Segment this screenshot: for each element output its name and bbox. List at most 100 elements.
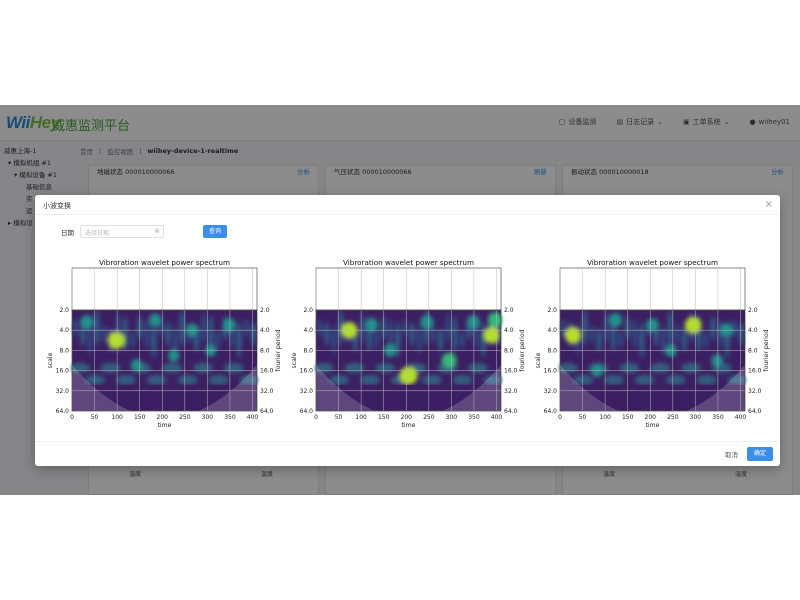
date-picker[interactable]: 选择日期 ⊗ <box>80 225 164 238</box>
heatmap-cell <box>177 375 198 385</box>
y2-tick-label: 2.0 <box>260 307 270 314</box>
y2-tick-label: 16.0 <box>748 368 762 375</box>
heatmap-peak <box>131 359 143 372</box>
y2-axis-label: fourier period <box>519 329 526 371</box>
x-tick-label: 200 <box>157 414 169 421</box>
heatmap-cell <box>179 310 185 346</box>
clear-icon[interactable]: ⊗ <box>154 227 160 235</box>
heatmap-cell <box>632 319 638 349</box>
x-tick-label: 0 <box>558 414 562 421</box>
x-tick-label: 200 <box>645 414 657 421</box>
y-tick-label: 16.0 <box>56 368 70 375</box>
heatmap-peak <box>399 366 418 385</box>
x-tick-label: 50 <box>579 414 587 421</box>
y2-axis-label: fourier period <box>275 329 282 371</box>
y-tick-label: 2.0 <box>303 307 313 314</box>
x-tick-label: 150 <box>622 414 634 421</box>
x-tick-label: 350 <box>468 414 480 421</box>
x-tick-label: 100 <box>111 414 123 421</box>
heatmap-cell <box>430 325 436 343</box>
query-button[interactable]: 查询 <box>203 225 227 238</box>
heatmap-cell <box>115 375 136 385</box>
heatmap-cell <box>738 322 744 346</box>
heatmap-cell <box>208 375 229 385</box>
y-tick-label: 16.0 <box>544 368 558 375</box>
x-tick-label: 50 <box>91 414 99 421</box>
y-tick-label: 64.0 <box>300 408 314 415</box>
heatmap-peak <box>420 315 434 330</box>
y2-axis-label: fourier period <box>763 329 770 371</box>
y2-tick-label: 32.0 <box>748 388 762 395</box>
y2-tick-label: 4.0 <box>748 327 758 334</box>
heatmap-cell <box>344 363 365 373</box>
heatmap-cell <box>421 375 442 385</box>
date-form: 日期 选择日期 ⊗ <box>61 225 164 238</box>
heatmap-cell <box>395 322 401 358</box>
y2-tick-label: 32.0 <box>504 388 518 395</box>
heatmap-cell <box>674 325 680 343</box>
heatmap-cell <box>359 375 380 385</box>
y-tick-label: 8.0 <box>59 347 69 354</box>
date-label: 日期 <box>61 228 74 237</box>
chart-top-strip <box>71 267 258 311</box>
heatmap-cell <box>223 363 244 373</box>
heatmap-cell <box>151 322 157 358</box>
y-tick-label: 4.0 <box>303 327 313 334</box>
x-tick-label: 50 <box>335 414 343 421</box>
y-tick-label: 8.0 <box>547 347 557 354</box>
heatmap-cell <box>582 310 588 346</box>
chart-title: Vibroration wavelet power spectrum <box>99 258 230 267</box>
heatmap-cell <box>162 363 183 373</box>
wavelet-dialog: 小波变换 × 日期 选择日期 ⊗ 查询 Vibroration wavelet … <box>35 195 780 466</box>
y2-tick-label: 64.0 <box>748 408 762 415</box>
chart-top-strip <box>315 267 502 311</box>
heatmap-cell <box>452 375 473 385</box>
x-tick-label: 150 <box>134 414 146 421</box>
heatmap-cell <box>438 328 444 352</box>
charts-area: Vibroration wavelet power spectrum 0 50 100… <box>35 258 780 433</box>
y-tick-label: 8.0 <box>303 347 313 354</box>
y-axis-label: scale <box>47 352 54 368</box>
x-axis-label: time <box>646 422 660 429</box>
y-tick-label: 2.0 <box>59 307 69 314</box>
heatmap-cell <box>373 331 379 349</box>
y-tick-label: 64.0 <box>544 408 558 415</box>
heatmap-cell <box>193 363 214 373</box>
heatmap-cell <box>100 363 121 373</box>
heatmap-cell <box>243 319 249 337</box>
x-tick-label: 100 <box>599 414 611 421</box>
chart-top-strip <box>559 267 746 311</box>
heatmap-cell <box>681 363 702 373</box>
heatmap-peak <box>466 315 480 330</box>
heatmap-peak <box>711 354 723 367</box>
heatmap-cell <box>402 319 408 337</box>
heatmap-cell <box>710 316 716 340</box>
y-axis-label: scale <box>291 352 298 368</box>
x-tick-label: 0 <box>70 414 74 421</box>
confirm-button[interactable]: 确定 <box>747 447 773 461</box>
heatmap-cell <box>682 328 688 352</box>
close-icon[interactable]: × <box>765 199 773 210</box>
y2-tick-label: 8.0 <box>504 347 514 354</box>
dialog-title: 小波变换 <box>43 202 71 210</box>
spectrum-charts: Vibroration wavelet power spectrum 0 50 100… <box>47 258 770 429</box>
y2-tick-label: 16.0 <box>504 368 518 375</box>
x-tick-label: 400 <box>247 414 259 421</box>
chart-title: Vibroration wavelet power spectrum <box>343 258 474 267</box>
heatmap-peak <box>149 313 162 327</box>
x-tick-label: 250 <box>423 414 435 421</box>
x-tick-label: 300 <box>202 414 214 421</box>
heatmap-peak <box>684 316 702 334</box>
x-tick-label: 300 <box>446 414 458 421</box>
heatmap-cell <box>122 316 128 352</box>
heatmap-cell <box>634 375 655 385</box>
heatmap-cell <box>94 310 100 346</box>
heatmap-cell <box>617 331 623 349</box>
x-tick-label: 400 <box>491 414 503 421</box>
cancel-button[interactable]: 取消 <box>725 449 738 459</box>
heatmap-cell <box>73 319 79 337</box>
heatmap-peak <box>646 318 659 332</box>
heatmap-cell <box>375 363 396 373</box>
heatmap-peak <box>609 313 622 328</box>
heatmap-cell <box>589 325 595 343</box>
